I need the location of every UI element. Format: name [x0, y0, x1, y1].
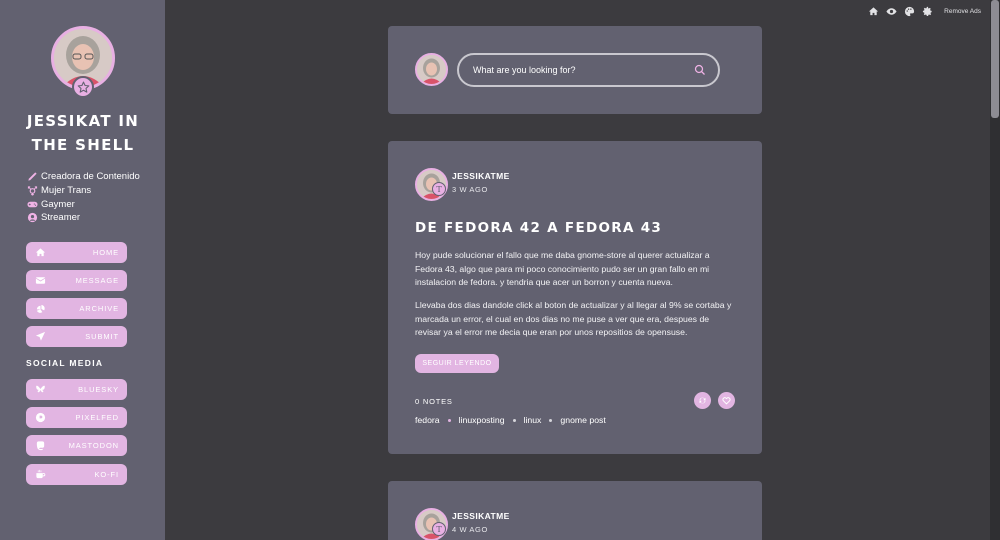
- tumblr-badge-icon: T: [432, 182, 446, 196]
- nav-label: HOME: [92, 248, 119, 257]
- nav-label: BLUESKY: [78, 385, 119, 394]
- post-author[interactable]: JESSIKATME: [452, 511, 510, 521]
- tag-separator: [447, 418, 451, 422]
- nav-label: KO-FI: [94, 470, 119, 479]
- post-card: T JESSIKATME 3 W AGO DE FEDORA 42 A FEDO…: [388, 141, 762, 454]
- heart-icon: [722, 397, 731, 405]
- bio-item: Streamer: [27, 211, 140, 225]
- streamer-icon: [27, 213, 38, 223]
- scrollbar-thumb[interactable]: [991, 0, 999, 118]
- search-card: [388, 26, 762, 114]
- transgender-icon: [27, 186, 38, 196]
- pixelfed-icon: [35, 412, 46, 423]
- mastodon-icon: [36, 441, 45, 451]
- palette-icon[interactable]: [904, 6, 915, 17]
- avatar[interactable]: [415, 53, 448, 86]
- home-icon: [35, 248, 46, 257]
- tumblr-badge-icon: T: [432, 522, 446, 536]
- scrollbar[interactable]: [990, 0, 1000, 540]
- search-input[interactable]: [473, 65, 673, 75]
- bio-text: Gaymer: [41, 198, 75, 210]
- mail-icon: [35, 277, 46, 284]
- nav-label: MASTODON: [68, 441, 119, 450]
- read-more-button[interactable]: SEGUIR LEYENDO: [415, 354, 499, 373]
- post-paragraph: Llevaba dos dias dandole click al boton …: [415, 300, 732, 338]
- archive-icon: [36, 304, 45, 313]
- gamepad-icon: [27, 201, 38, 207]
- post-timestamp[interactable]: 3 W AGO: [452, 185, 488, 194]
- reblog-icon: [699, 397, 706, 404]
- bio-text: Mujer Trans: [41, 185, 92, 197]
- search-box[interactable]: [457, 53, 720, 87]
- social-mastodon-button[interactable]: MASTODON: [26, 435, 127, 456]
- bio-item: Gaymer: [27, 197, 140, 211]
- nav-label: MESSAGE: [75, 276, 119, 285]
- nav-label: PIXELFED: [75, 413, 119, 422]
- post-author[interactable]: JESSIKATME: [452, 171, 510, 181]
- eye-icon[interactable]: [886, 6, 897, 17]
- post-title[interactable]: DE FEDORA 42 A FEDORA 43: [415, 220, 662, 236]
- bio-text: Creadora de Contenido: [41, 171, 140, 183]
- tag-separator: [549, 418, 553, 422]
- social-media-heading: SOCIAL MEDIA: [26, 358, 104, 368]
- tag-link[interactable]: linux: [524, 415, 542, 425]
- bio-item: Mujer Trans: [27, 184, 140, 198]
- notes-count[interactable]: 0 NOTES: [415, 397, 453, 406]
- tag-separator: [512, 418, 516, 422]
- search-icon[interactable]: [694, 64, 706, 76]
- tag-list: fedora linuxposting linux gnome post: [415, 415, 606, 425]
- post-card: T JESSIKATME 4 W AGO: [388, 481, 762, 540]
- social-pixelfed-button[interactable]: PIXELFED: [26, 407, 127, 428]
- blog-title[interactable]: JESSIKAT IN THE SHELL: [18, 109, 148, 157]
- send-icon: [35, 331, 46, 341]
- tag-link[interactable]: fedora: [415, 415, 440, 425]
- remove-ads-link[interactable]: Remove Ads: [944, 8, 981, 15]
- bio-item: Creadora de Contenido: [27, 170, 140, 184]
- like-button[interactable]: [718, 392, 735, 409]
- social-kofi-button[interactable]: KO-FI: [26, 464, 127, 485]
- nav-submit-button[interactable]: SUBMIT: [26, 326, 127, 347]
- social-bluesky-button[interactable]: BLUESKY: [26, 379, 127, 400]
- nav-home-button[interactable]: HOME: [26, 242, 127, 263]
- top-nav: Remove Ads: [868, 6, 981, 17]
- nav-archive-button[interactable]: ARCHIVE: [26, 298, 127, 319]
- post-timestamp[interactable]: 4 W AGO: [452, 525, 488, 534]
- pencil-icon: [28, 172, 37, 181]
- nav-label: ARCHIVE: [79, 304, 119, 313]
- tag-link[interactable]: linuxposting: [459, 415, 505, 425]
- avatar-photo: [417, 55, 446, 84]
- home-icon[interactable]: [868, 6, 879, 17]
- kofi-icon: [36, 469, 46, 479]
- tag-link[interactable]: gnome post: [560, 415, 605, 425]
- nav-label: SUBMIT: [85, 332, 119, 341]
- post-paragraph: Hoy pude solucionar el fallo que me daba…: [415, 250, 710, 288]
- bio-text: Streamer: [41, 212, 81, 224]
- sidebar: JESSIKAT IN THE SHELL Creadora de Conten…: [0, 0, 165, 540]
- bluesky-icon: [36, 385, 45, 393]
- star-badge-icon: [72, 76, 94, 98]
- bio-list: Creadora de Contenido Mujer Trans Gaymer…: [27, 170, 140, 225]
- gear-icon[interactable]: [922, 6, 933, 17]
- reblog-button[interactable]: [694, 392, 711, 409]
- nav-message-button[interactable]: MESSAGE: [26, 270, 127, 291]
